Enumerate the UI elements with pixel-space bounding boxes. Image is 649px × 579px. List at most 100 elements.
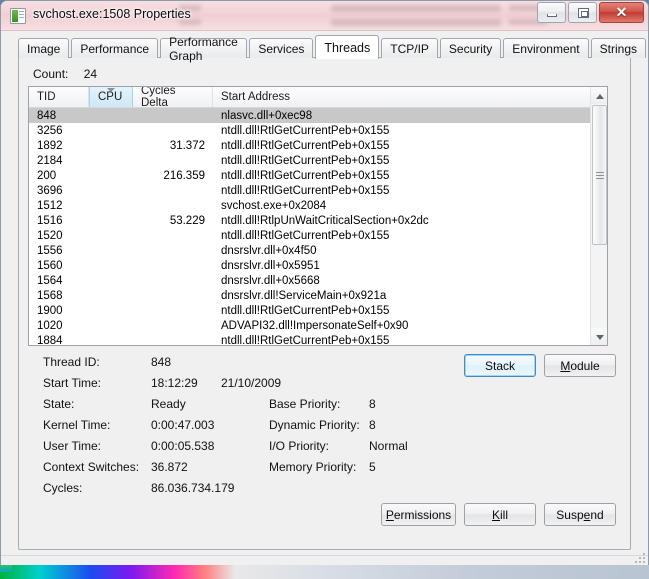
tab-services[interactable]: Services: [249, 38, 314, 58]
tab-threads[interactable]: Threads: [315, 35, 380, 59]
cell-start-address: ntdll.dll!RtlGetCurrentPeb+0x155: [221, 184, 390, 197]
table-row[interactable]: 848 nlasvc.dll+0xec98: [29, 108, 607, 123]
thread-count-value: 24: [83, 67, 98, 81]
tab-strings[interactable]: Strings: [590, 38, 646, 58]
cell-tid: 1520: [37, 229, 63, 242]
column-header-start-address[interactable]: Start Address: [213, 87, 607, 107]
detail-row-state: State: Ready Base Priority: 8: [29, 397, 449, 418]
scroll-up-button[interactable]: [591, 87, 607, 104]
detail-row-start-time: Start Time: 18:12:29 21/10/2009: [29, 376, 449, 397]
thread-id-label: Thread ID:: [43, 355, 100, 369]
tab-performance[interactable]: Performance: [71, 38, 159, 58]
wallpaper-ghost-text: [331, 19, 501, 26]
thread-list-header: TID CPU Cycles Delta Start Address: [29, 87, 607, 109]
table-row[interactable]: 1564 dnsrslvr.dll+0x5668: [29, 273, 607, 288]
scroll-down-button[interactable]: [591, 328, 607, 345]
table-row[interactable]: 1512 svchost.exe+0x2084: [29, 198, 607, 213]
table-row[interactable]: 1884 ntdll.dll!RtlGetCurrentPeb+0x155: [29, 333, 607, 346]
table-row[interactable]: 200 216.359 ntdll.dll!RtlGetCurrentPeb+0x1…: [29, 168, 607, 183]
desktop-background-corner: [0, 565, 12, 572]
title-bar[interactable]: svchost.exe:1508 Properties ✕: [1, 1, 648, 31]
context-switches-label: Context Switches:: [43, 460, 140, 474]
thread-list[interactable]: TID CPU Cycles Delta Start Address 848 nl…: [28, 86, 608, 346]
scrollbar-thumb[interactable]: [592, 105, 607, 245]
cell-start-address: dnsrslvr.dll!ServiceMain+0x921a: [221, 289, 387, 302]
close-button[interactable]: ✕: [599, 2, 644, 23]
table-row[interactable]: 3696 ntdll.dll!RtlGetCurrentPeb+0x155: [29, 183, 607, 198]
module-button[interactable]: Module: [544, 354, 616, 377]
cell-start-address: dnsrslvr.dll+0x5951: [221, 259, 320, 272]
cell-tid: 1884: [37, 334, 63, 346]
cell-start-address: ntdll.dll!RtlGetCurrentPeb+0x155: [221, 139, 390, 152]
thread-details: Thread ID: 848 Start Time: 18:12:29 21/1…: [29, 355, 449, 502]
cell-tid: 2184: [37, 154, 63, 167]
grip-icon: [595, 172, 604, 173]
dialog-body: Image Performance Performance Graph Serv…: [1, 31, 648, 566]
suspend-button[interactable]: Suspend: [544, 503, 616, 526]
cell-start-address: dnsrslvr.dll+0x5668: [221, 274, 320, 287]
state-value: Ready: [151, 397, 186, 411]
maximize-button[interactable]: [568, 2, 597, 23]
tab-label: Environment: [512, 41, 580, 56]
cycles-value: 86.036.734.179: [151, 481, 235, 495]
memory-priority-label: Memory Priority:: [269, 460, 357, 474]
window-controls: ✕: [535, 2, 644, 23]
kernel-time-label: Kernel Time:: [43, 418, 111, 432]
io-priority-value: Normal: [369, 439, 408, 453]
module-button-label: Module: [560, 358, 600, 373]
column-header-tid[interactable]: TID: [29, 87, 89, 107]
table-row[interactable]: 3256 ntdll.dll!RtlGetCurrentPeb+0x155: [29, 123, 607, 138]
start-time-value: 18:12:29: [151, 376, 198, 390]
table-row[interactable]: 1516 53.229 ntdll.dll!RtlpUnWaitCriticalSe…: [29, 213, 607, 228]
user-time-value: 0:00:05.538: [151, 439, 215, 453]
permissions-button[interactable]: Permissions: [381, 503, 456, 526]
table-row[interactable]: 1556 dnsrslvr.dll+0x4f50: [29, 243, 607, 258]
resize-grip[interactable]: [633, 551, 645, 563]
base-priority-label: Base Priority:: [269, 397, 341, 411]
thread-id-value: 848: [151, 355, 172, 369]
minimize-button[interactable]: [537, 2, 566, 23]
table-row[interactable]: 2184 ntdll.dll!RtlGetCurrentPeb+0x155: [29, 153, 607, 168]
state-label: State:: [43, 397, 75, 411]
tab-label: Security: [448, 41, 493, 56]
tab-tcpip[interactable]: TCP/IP: [381, 38, 438, 58]
cell-cycles-delta: 216.359: [163, 169, 205, 182]
io-priority-label: I/O Priority:: [269, 439, 330, 453]
tab-label: Threads: [324, 40, 371, 55]
tab-strip: Image Performance Performance Graph Serv…: [18, 35, 648, 63]
table-row[interactable]: 1520 ntdll.dll!RtlGetCurrentPeb+0x155: [29, 228, 607, 243]
dynamic-priority-label: Dynamic Priority:: [269, 418, 360, 432]
sort-descending-icon: [107, 88, 115, 92]
suspend-button-label: Suspend: [556, 507, 604, 522]
thread-count: Count: 24: [33, 67, 97, 81]
thread-list-scrollbar[interactable]: [590, 87, 607, 345]
kernel-time-value: 0:00:47.003: [151, 418, 215, 432]
tab-security[interactable]: Security: [439, 38, 502, 58]
table-row[interactable]: 1560 dnsrslvr.dll+0x5951: [29, 258, 607, 273]
tab-environment[interactable]: Environment: [503, 38, 589, 58]
cell-tid: 1020: [37, 319, 63, 332]
cell-start-address: ntdll.dll!RtlGetCurrentPeb+0x155: [221, 154, 390, 167]
stack-button-label: Stack: [484, 358, 515, 373]
cell-cycles-delta: 31.372: [169, 139, 205, 152]
table-row[interactable]: 1568 dnsrslvr.dll!ServiceMain+0x921a: [29, 288, 607, 303]
tab-label: Performance Graph: [169, 34, 238, 63]
column-label: CPU: [98, 91, 123, 103]
cell-tid: 200: [37, 169, 57, 182]
cell-tid: 1892: [37, 139, 63, 152]
stack-button[interactable]: Stack: [464, 354, 536, 377]
column-header-cycles-delta[interactable]: Cycles Delta: [133, 87, 213, 109]
tab-label: TCP/IP: [390, 41, 429, 56]
table-row[interactable]: 1020 ADVAPI32.dll!ImpersonateSelf+0x90: [29, 318, 607, 333]
tab-performance-graph[interactable]: Performance Graph: [160, 35, 248, 63]
kill-button[interactable]: Kill: [464, 503, 536, 526]
table-row[interactable]: 1892 31.372 ntdll.dll!RtlGetCurrentPeb+0x1…: [29, 138, 607, 153]
cell-tid: 1512: [37, 199, 63, 212]
thread-count-label: Count:: [33, 67, 69, 81]
cell-tid: 1560: [37, 259, 63, 272]
column-header-cpu[interactable]: CPU: [89, 87, 133, 107]
chevron-up-icon: [595, 93, 604, 99]
tab-image[interactable]: Image: [18, 38, 70, 58]
table-row[interactable]: 1900 ntdll.dll!RtlGetCurrentPeb+0x155: [29, 303, 607, 318]
close-icon: ✕: [615, 4, 628, 20]
